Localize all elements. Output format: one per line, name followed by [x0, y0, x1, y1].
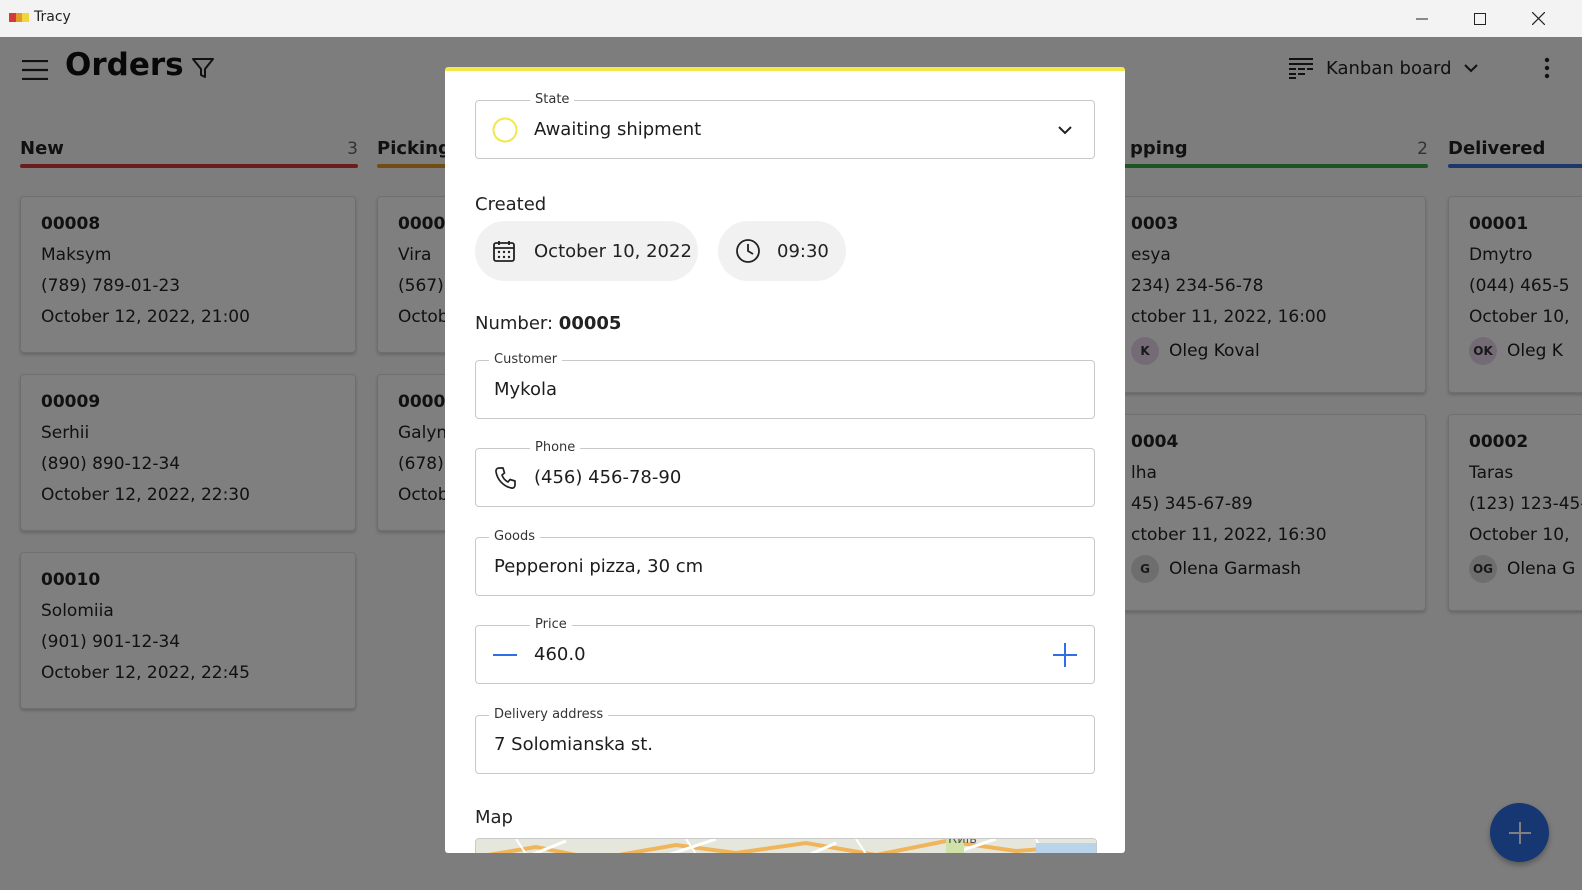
decrease-price-button[interactable] — [493, 643, 517, 667]
created-date: October 10, 2022 — [534, 240, 692, 262]
order-edit-dialog: State Awaiting shipment Created October … — [445, 67, 1125, 853]
map-label: Map — [475, 807, 513, 828]
goods-legend: Goods — [489, 528, 541, 546]
minimize-icon — [1416, 18, 1428, 19]
close-icon — [1531, 12, 1545, 25]
address-value: 7 Solomianska st. — [494, 734, 653, 755]
window-titlebar: Tracy — [0, 0, 1582, 38]
phone-field[interactable]: Phone (456) 456-78-90 — [475, 439, 1095, 507]
close-button[interactable] — [1509, 0, 1567, 37]
delivery-map[interactable]: Київ — [475, 838, 1097, 853]
window-title: Tracy — [34, 9, 71, 25]
phone-icon — [495, 466, 516, 489]
created-date-button[interactable]: October 10, 2022 — [475, 221, 698, 281]
created-time-button[interactable]: 09:30 — [718, 221, 846, 281]
order-number-line: Number: 00005 — [475, 313, 621, 334]
customer-legend: Customer — [489, 351, 563, 369]
created-time: 09:30 — [777, 240, 829, 262]
customer-value: Mykola — [494, 379, 558, 400]
price-legend: Price — [530, 616, 572, 634]
state-legend: State — [530, 91, 575, 109]
state-value: Awaiting shipment — [534, 119, 702, 140]
minus-icon — [493, 653, 517, 656]
chevron-down-icon — [1058, 126, 1072, 135]
maximize-button[interactable] — [1451, 0, 1509, 37]
plus-icon — [1053, 643, 1077, 667]
state-circle-icon — [492, 117, 518, 142]
delivery-address-field[interactable]: Delivery address 7 Solomianska st. — [475, 706, 1095, 774]
customer-field[interactable]: Customer Mykola — [475, 351, 1095, 419]
map-tiles — [476, 839, 1096, 853]
goods-value: Pepperoni pizza, 30 cm — [494, 556, 704, 577]
maximize-icon — [1474, 12, 1486, 25]
created-label: Created — [475, 194, 547, 215]
map-place-label: Київ — [948, 838, 977, 847]
app-logo-icon — [9, 13, 30, 22]
number-label: Number: — [475, 313, 554, 334]
clock-icon — [736, 239, 760, 263]
goods-field[interactable]: Goods Pepperoni pizza, 30 cm — [475, 528, 1095, 596]
number-value: 00005 — [558, 313, 622, 334]
calendar-icon — [493, 241, 515, 262]
increase-price-button[interactable] — [1053, 643, 1077, 667]
price-value: 460.0 — [534, 644, 586, 665]
phone-legend: Phone — [530, 439, 581, 457]
state-select[interactable]: State Awaiting shipment — [475, 91, 1095, 159]
price-stepper[interactable]: Price 460.0 — [475, 616, 1095, 684]
address-legend: Delivery address — [489, 706, 609, 724]
minimize-button[interactable] — [1393, 0, 1451, 37]
phone-value: (456) 456-78-90 — [534, 467, 682, 488]
